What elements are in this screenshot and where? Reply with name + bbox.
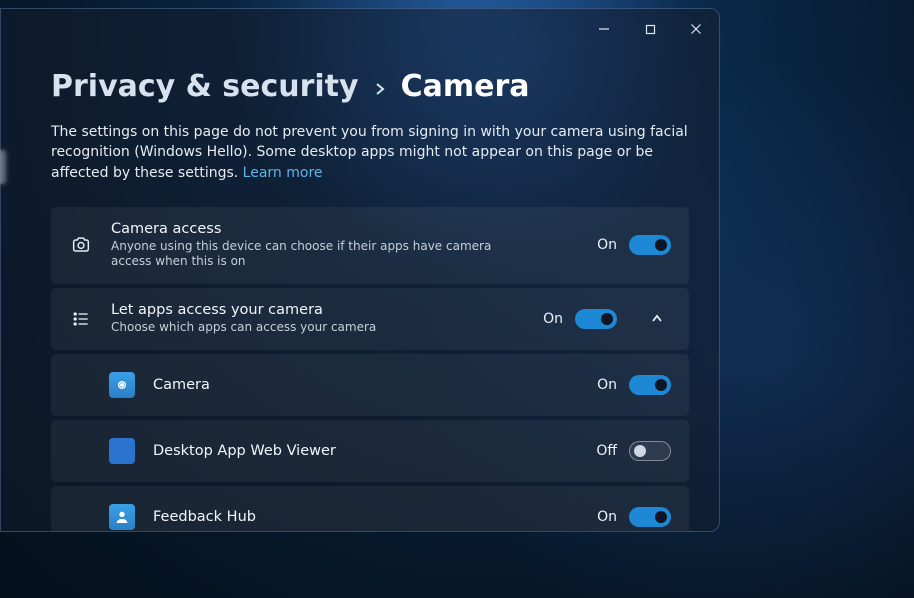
window-controls	[581, 9, 719, 49]
breadcrumb-root[interactable]: Privacy & security	[51, 69, 359, 104]
app-toggle-camera[interactable]	[629, 375, 671, 395]
camera-access-state: On	[597, 237, 617, 253]
minimize-icon	[598, 23, 610, 35]
maximize-icon	[645, 24, 656, 35]
app-toggle-feedback-hub[interactable]	[629, 507, 671, 527]
app-icon-web	[109, 438, 135, 464]
camera-access-toggle[interactable]	[629, 235, 671, 255]
app-toggle-desktop-app-web-viewer[interactable]	[629, 441, 671, 461]
page-title: Camera	[401, 69, 530, 104]
camera-access-subtitle: Anyone using this device can choose if t…	[111, 239, 511, 270]
app-state: On	[597, 377, 617, 393]
settings-window: Privacy & security Camera The settings o…	[0, 8, 720, 532]
app-name: Feedback Hub	[153, 509, 579, 525]
description-text: The settings on this page do not prevent…	[51, 124, 688, 181]
camera-icon	[69, 234, 93, 256]
breadcrumb: Privacy & security Camera	[51, 69, 691, 104]
camera-access-title: Camera access	[111, 221, 579, 237]
chevron-right-icon	[373, 77, 387, 102]
minimize-button[interactable]	[581, 9, 627, 49]
app-row-desktop-app-web-viewer: Desktop App Web Viewer Off	[51, 420, 689, 482]
camera-access-card: Camera access Anyone using this device c…	[51, 207, 689, 284]
app-row-feedback-hub: Feedback Hub On	[51, 486, 689, 531]
app-state: On	[597, 509, 617, 525]
let-apps-expand-button[interactable]	[643, 305, 671, 333]
let-apps-toggle[interactable]	[575, 309, 617, 329]
close-button[interactable]	[673, 9, 719, 49]
app-row-camera: Camera On	[51, 354, 689, 416]
close-icon	[690, 23, 702, 35]
settings-content: Privacy & security Camera The settings o…	[51, 69, 691, 531]
list-icon	[69, 309, 93, 329]
app-name: Desktop App Web Viewer	[153, 443, 578, 459]
let-apps-subtitle: Choose which apps can access your camera	[111, 320, 511, 336]
chevron-up-icon	[650, 312, 664, 326]
let-apps-title: Let apps access your camera	[111, 302, 525, 318]
learn-more-link[interactable]: Learn more	[243, 165, 323, 181]
let-apps-card: Let apps access your camera Choose which…	[51, 288, 689, 350]
app-icon-camera	[109, 372, 135, 398]
maximize-button[interactable]	[627, 9, 673, 49]
app-name: Camera	[153, 377, 579, 393]
page-description: The settings on this page do not prevent…	[51, 122, 691, 183]
app-state: Off	[596, 443, 617, 459]
let-apps-state: On	[543, 311, 563, 327]
app-icon-feedback	[109, 504, 135, 530]
